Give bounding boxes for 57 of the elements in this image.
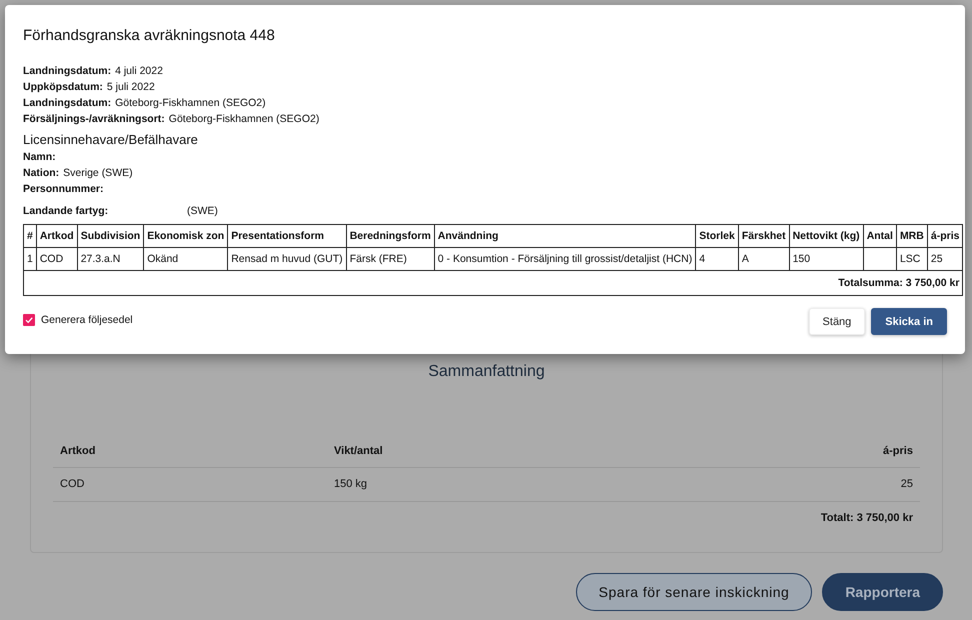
- column-header: Vikt/antal: [327, 437, 676, 468]
- dialog-button[interactable]: Skicka in: [871, 308, 947, 335]
- column-header: Subdivision: [77, 224, 144, 248]
- field-label: Personnummer:: [23, 183, 104, 195]
- field-label: Namn:: [23, 151, 56, 163]
- field-value: Göteborg-Fiskhamnen (SEGO2): [168, 113, 320, 125]
- field-value: Göteborg-Fiskhamnen (SEGO2): [115, 97, 266, 109]
- table-cell: 0 - Konsumtion - Försäljning till grossist/detaljist (HCN): [434, 248, 696, 270]
- column-header: Färskhet: [738, 224, 790, 248]
- column-header: Artkod: [53, 437, 327, 468]
- action-button[interactable]: Spara för senare inskickning: [576, 573, 812, 611]
- field-label: Försäljnings-/avräkningsort:: [23, 113, 165, 125]
- column-header: á-pris: [927, 224, 963, 248]
- column-header: Beredningsform: [346, 224, 434, 248]
- column-header: MRB: [896, 224, 928, 248]
- table-cell: [863, 248, 896, 270]
- field-label: Landningsdatum:: [23, 65, 112, 77]
- column-header: Ekonomisk zon: [144, 224, 228, 248]
- checkbox-label: Generera följesedel: [41, 314, 133, 326]
- summary-title: Sammanfattning: [427, 363, 546, 381]
- table-cell: 25: [676, 468, 920, 502]
- dialog-button[interactable]: Stäng: [808, 308, 866, 335]
- field-label: Nation:: [23, 167, 60, 179]
- table-cell: 150: [789, 248, 864, 270]
- field-label: Landningsdatum:: [23, 97, 112, 109]
- column-header: Användning: [434, 224, 696, 248]
- table-cell: Totalsumma: 3 750,00 kr: [24, 270, 963, 296]
- field-value: 5 juli 2022: [106, 81, 155, 93]
- field-value: (SWE): [187, 205, 218, 217]
- column-header: á-pris: [676, 437, 920, 468]
- table-cell: 1: [24, 248, 36, 270]
- column-header: Artkod: [36, 224, 78, 248]
- table-cell: Rensad m huvud (GUT): [228, 248, 346, 270]
- total-text: Totalt: 3 750,00 kr: [820, 512, 913, 524]
- action-button[interactable]: Rapportera: [822, 573, 943, 611]
- column-header: Nettovikt (kg): [789, 224, 864, 248]
- field-label: Landande fartyg:: [23, 205, 110, 217]
- column-header: Antal: [863, 224, 896, 248]
- table-cell: COD: [36, 248, 78, 270]
- table-cell: Okänd: [144, 248, 228, 270]
- table-cell: LSC: [896, 248, 928, 270]
- column-header: #: [24, 224, 36, 248]
- dialog-title: Förhandsgranska avräkningsnota 448: [23, 27, 276, 44]
- column-header: Presentationsform: [228, 224, 346, 248]
- field-value: 4 juli 2022: [115, 65, 163, 77]
- table-cell: A: [738, 248, 790, 270]
- checkbox[interactable]: [23, 314, 35, 326]
- table-cell: 25: [927, 248, 963, 270]
- section-heading: Licensinnehavare/Befälhavare: [23, 132, 199, 147]
- table-cell: 27.3.a.N: [77, 248, 144, 270]
- column-header: Storlek: [696, 224, 738, 248]
- table-cell: COD: [53, 468, 327, 502]
- field-value: Sverige (SWE): [63, 167, 133, 179]
- table-cell: 150 kg: [327, 468, 676, 502]
- table-cell: Färsk (FRE): [346, 248, 434, 270]
- table-cell: 4: [696, 248, 738, 270]
- field-label: Uppköpsdatum:: [23, 81, 103, 93]
